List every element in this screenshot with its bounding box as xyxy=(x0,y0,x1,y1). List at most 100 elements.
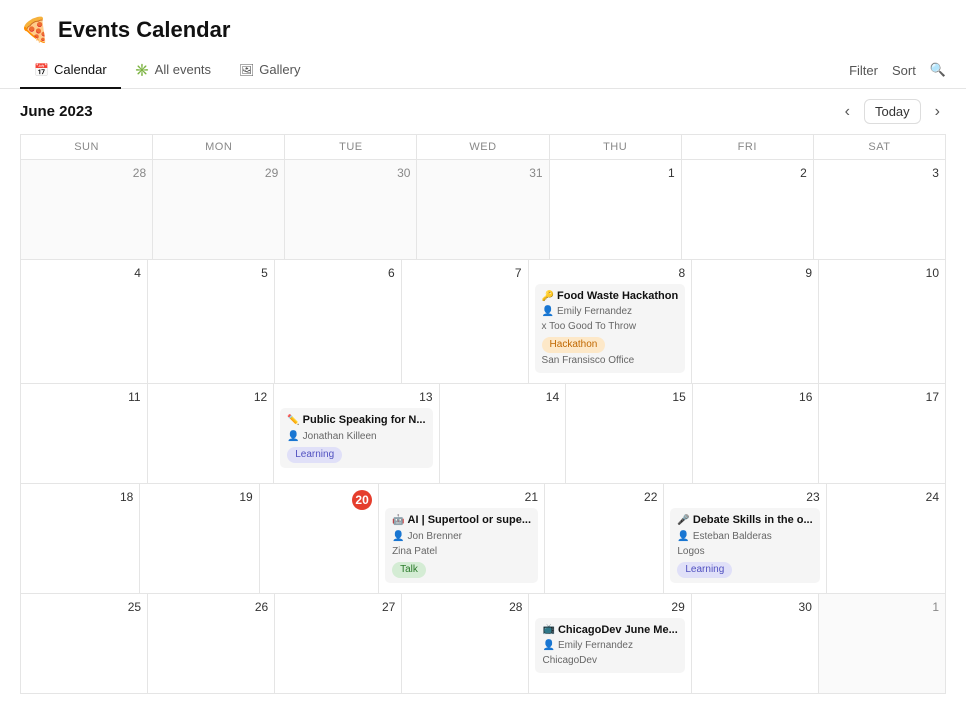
day-cell[interactable]: 7 xyxy=(402,260,529,384)
day-cell[interactable]: 18 xyxy=(21,484,140,593)
event-organizer: 👤 Esteban Balderas xyxy=(677,530,812,544)
day-cell[interactable]: 20 xyxy=(260,484,379,593)
tab-calendar-label: Calendar xyxy=(54,62,107,77)
search-icon[interactable]: 🔍 xyxy=(930,62,946,78)
day-cell[interactable]: 25 xyxy=(21,594,148,694)
today-indicator: 20 xyxy=(266,490,372,510)
event-card[interactable]: ✏️ Public Speaking for N...👤 Jonathan Ki… xyxy=(280,408,432,467)
calendar-day-headers: SunMonTueWedThuFriSat xyxy=(20,134,946,160)
day-number: 6 xyxy=(281,266,395,280)
event-icon: ✏️ xyxy=(287,414,299,428)
day-number: 21 xyxy=(385,490,538,504)
day-cell[interactable]: 1 xyxy=(819,594,946,694)
day-cell[interactable]: 4 xyxy=(21,260,148,384)
event-tag: Talk xyxy=(392,562,426,578)
day-cell[interactable]: 14 xyxy=(440,384,567,484)
tab-calendar[interactable]: 📅 Calendar xyxy=(20,52,121,89)
event-card[interactable]: 📺 ChicagoDev June Me...👤 Emily Fernandez… xyxy=(535,618,684,673)
app-logo: 🍕 xyxy=(20,16,48,44)
event-secondary: x Too Good To Throw xyxy=(542,320,679,334)
event-location: San Fransisco Office xyxy=(542,354,679,368)
event-secondary: ChicagoDev xyxy=(542,654,677,668)
event-secondary: Logos xyxy=(677,545,812,559)
day-number: 10 xyxy=(825,266,939,280)
day-cell[interactable]: 29📺 ChicagoDev June Me...👤 Emily Fernand… xyxy=(529,594,691,694)
day-cell[interactable]: 15 xyxy=(566,384,693,484)
next-month-button[interactable]: › xyxy=(929,101,946,123)
day-cell[interactable]: 24 xyxy=(827,484,946,593)
day-cell[interactable]: 21 🤖 AI | Supertool or supe... 👤 Jon Brenn… xyxy=(379,484,545,593)
event-organizer: 👤 Emily Fernandez xyxy=(542,305,679,319)
day-cell[interactable]: 16 xyxy=(693,384,820,484)
day-number: 2 xyxy=(688,166,807,180)
tab-all-events-label: All events xyxy=(155,62,211,77)
day-cell[interactable]: 17 xyxy=(819,384,946,484)
day-cell[interactable]: 6 xyxy=(275,260,402,384)
day-header-fri: Fri xyxy=(682,135,814,160)
today-button[interactable]: Today xyxy=(864,99,921,124)
day-cell[interactable]: 22 xyxy=(545,484,664,593)
day-number: 23 xyxy=(670,490,819,504)
day-cell[interactable]: 5 xyxy=(148,260,275,384)
day-cell[interactable]: 10 xyxy=(819,260,946,384)
week-row-2: 11 12 13✏️ Public Speaking for N...👤 Jonat… xyxy=(20,384,946,484)
event-card[interactable]: 🔑 Food Waste Hackathon👤 Emily Fernandezx… xyxy=(535,284,686,373)
day-number: 31 xyxy=(423,166,542,180)
day-number: 7 xyxy=(408,266,522,280)
event-secondary: Zina Patel xyxy=(392,545,531,559)
filter-button[interactable]: Filter xyxy=(849,63,878,78)
day-cell[interactable]: 28 xyxy=(21,160,153,260)
day-cell[interactable]: 26 xyxy=(148,594,275,694)
day-cell[interactable]: 30 xyxy=(692,594,819,694)
calendar-body: 2829303112345678🔑 Food Waste Hackathon👤 … xyxy=(20,160,946,694)
event-card[interactable]: 🎤 Debate Skills in the o... 👤 Esteban Bal… xyxy=(670,508,819,582)
day-cell[interactable]: 30 xyxy=(285,160,417,260)
day-cell[interactable]: 12 xyxy=(148,384,275,484)
event-card[interactable]: 🤖 AI | Supertool or supe... 👤 Jon Brenner… xyxy=(385,508,538,582)
day-header-wed: Wed xyxy=(417,135,549,160)
day-cell[interactable]: 1 xyxy=(550,160,682,260)
day-cell[interactable]: 23 🎤 Debate Skills in the o... 👤 Esteban B… xyxy=(664,484,826,593)
calendar-tab-icon: 📅 xyxy=(34,63,49,77)
day-cell[interactable]: 3 xyxy=(814,160,946,260)
organizer-icon: 👤 xyxy=(392,530,404,544)
day-number: 9 xyxy=(698,266,812,280)
day-cell[interactable]: 2 xyxy=(682,160,814,260)
day-number: 16 xyxy=(699,390,813,404)
day-cell[interactable]: 31 xyxy=(417,160,549,260)
day-header-mon: Mon xyxy=(153,135,285,160)
event-icon: 🎤 xyxy=(677,514,689,528)
day-number: 12 xyxy=(154,390,268,404)
day-number: 15 xyxy=(572,390,686,404)
event-title: 🔑 Food Waste Hackathon xyxy=(542,289,679,304)
day-cell[interactable]: 9 xyxy=(692,260,819,384)
day-cell[interactable]: 8 🔑 Food Waste Hackathon👤 Emily Fernandez… xyxy=(529,260,693,384)
sort-button[interactable]: Sort xyxy=(892,63,916,78)
tabs-left: 📅 Calendar ✳️ All events 🖼 Gallery xyxy=(20,52,314,88)
tab-all-events[interactable]: ✳️ All events xyxy=(121,52,225,89)
day-cell[interactable]: 28 xyxy=(402,594,529,694)
day-cell[interactable]: 13✏️ Public Speaking for N...👤 Jonathan … xyxy=(274,384,439,484)
event-title: ✏️ Public Speaking for N... xyxy=(287,413,425,428)
day-cell[interactable]: 19 xyxy=(140,484,259,593)
tab-bar: 📅 Calendar ✳️ All events 🖼 Gallery Filte… xyxy=(0,52,966,89)
tab-gallery[interactable]: 🖼 Gallery xyxy=(225,52,314,89)
day-cell[interactable]: 11 xyxy=(21,384,148,484)
day-number: 22 xyxy=(551,490,657,504)
week-row-4: 252627 28 29📺 ChicagoDev June Me...👤 Emily… xyxy=(20,594,946,694)
event-icon: 🤖 xyxy=(392,514,404,528)
day-number: 4 xyxy=(27,266,141,280)
event-title: 🎤 Debate Skills in the o... xyxy=(677,513,812,528)
day-number: 1 xyxy=(556,166,675,180)
event-organizer: 👤 Jon Brenner xyxy=(392,530,531,544)
day-number: 5 xyxy=(154,266,268,280)
day-number: 28 xyxy=(408,600,522,614)
day-header-sun: Sun xyxy=(21,135,153,160)
organizer-icon: 👤 xyxy=(542,639,554,653)
day-number: 8 xyxy=(535,266,686,280)
event-title: 🤖 AI | Supertool or supe... xyxy=(392,513,531,528)
prev-month-button[interactable]: ‹ xyxy=(839,101,856,123)
day-cell[interactable]: 27 xyxy=(275,594,402,694)
event-icon: 🔑 xyxy=(542,290,554,304)
day-cell[interactable]: 29 xyxy=(153,160,285,260)
